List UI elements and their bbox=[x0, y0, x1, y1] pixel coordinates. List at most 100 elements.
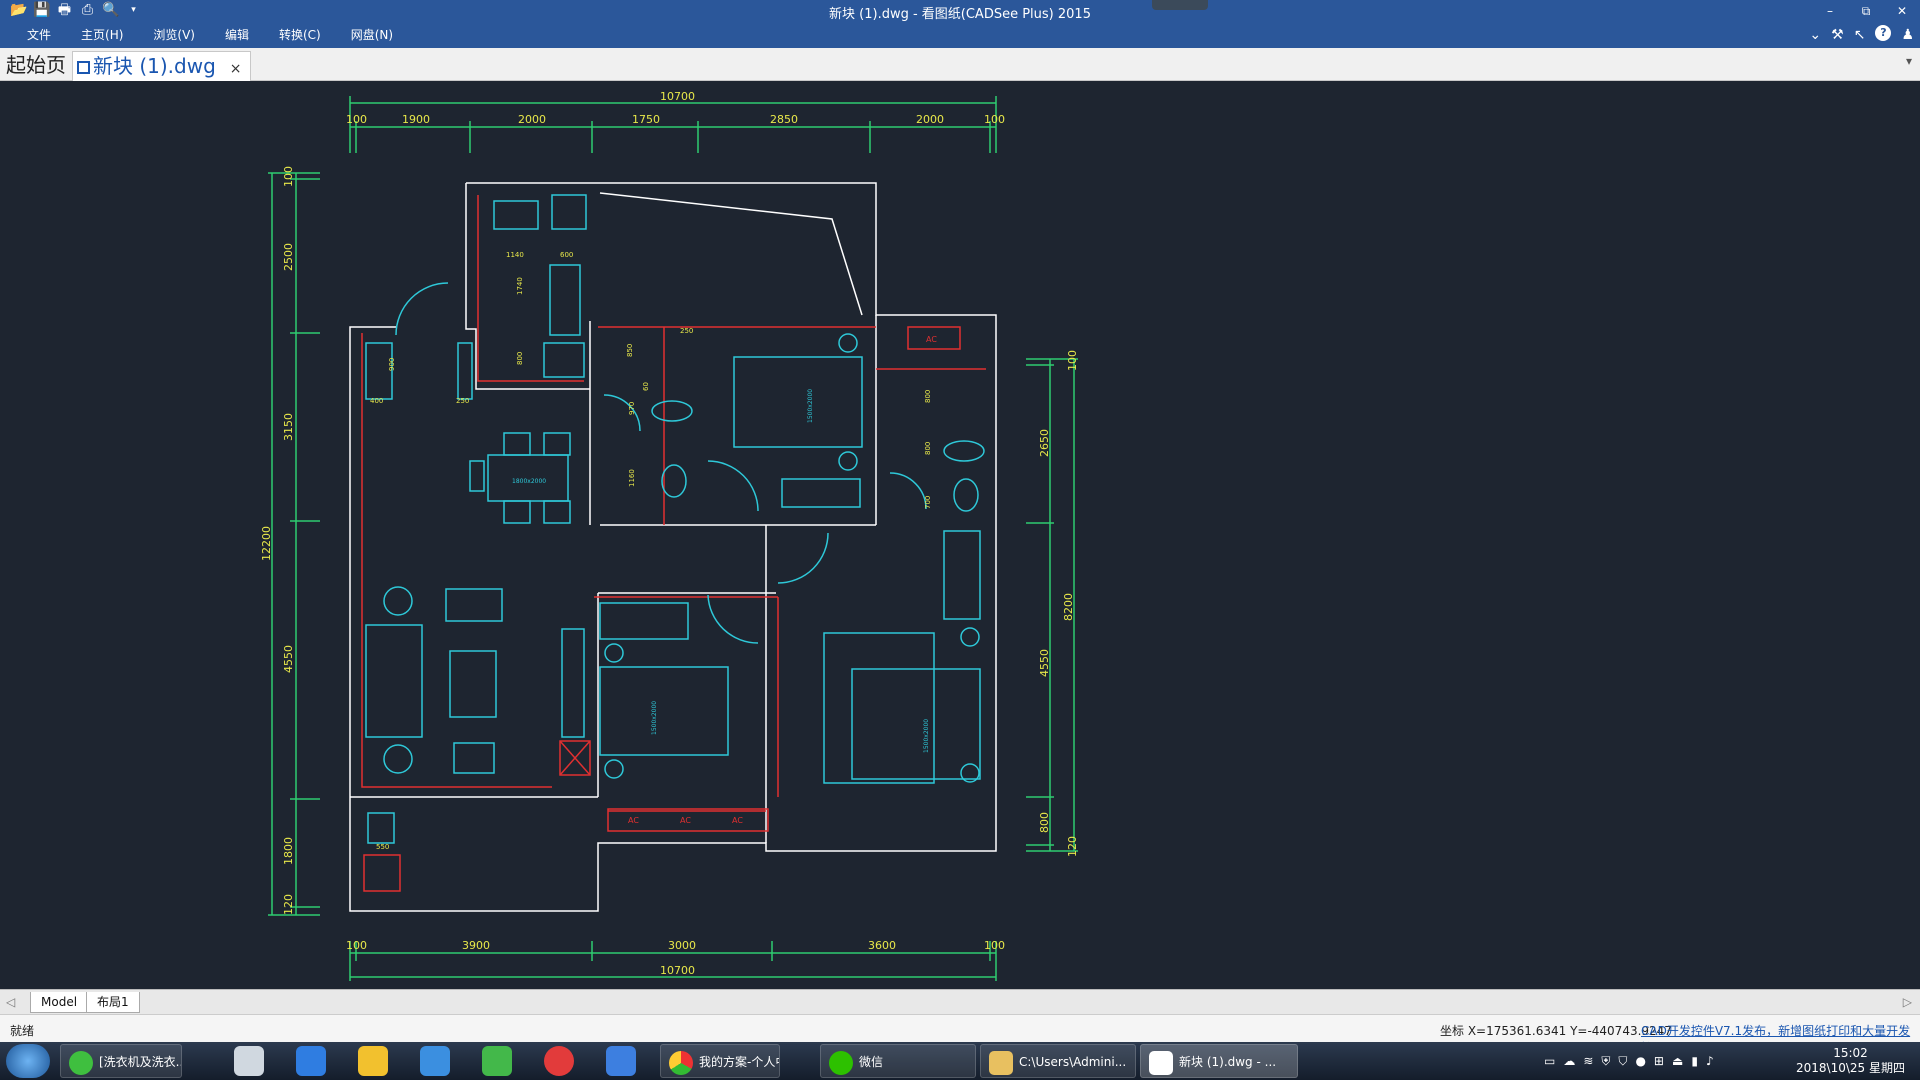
ac-label-3: AC bbox=[680, 816, 691, 825]
dim-bottom-total: 10700 bbox=[660, 964, 695, 977]
taskbar-chrome-label: 我的方案-个人中... bbox=[699, 1055, 779, 1069]
dim-left-total: 12200 bbox=[260, 526, 273, 561]
menu-home[interactable]: 主页(H) bbox=[66, 22, 138, 48]
menu-netdisk[interactable]: 网盘(N) bbox=[336, 22, 408, 48]
defender-icon[interactable]: ⛉ bbox=[1618, 1054, 1627, 1069]
drawing-canvas[interactable]: 10700 100 1900 2000 1750 2850 2000 100 1… bbox=[0, 81, 1920, 989]
menu-browse[interactable]: 浏览(V) bbox=[138, 22, 210, 48]
label-dining: 1800x2000 bbox=[512, 478, 546, 485]
tools-icon[interactable]: ⚒ bbox=[1831, 25, 1844, 45]
dim-right-2: 2650 bbox=[1038, 429, 1051, 457]
dim-left-5: 1800 bbox=[282, 837, 295, 865]
label-1740: 1740 bbox=[516, 277, 524, 295]
restore-button[interactable]: ⧉ bbox=[1848, 0, 1884, 22]
document-tab-bar: 起始页 新块 (1).dwg × ▾ bbox=[0, 48, 1920, 81]
ac-label-1: AC bbox=[926, 335, 937, 344]
taskbar-cad-window[interactable]: 新块 (1).dwg - ... bbox=[1140, 1044, 1298, 1078]
dim-top-7: 100 bbox=[984, 113, 1005, 126]
tab-close-icon[interactable]: × bbox=[230, 61, 242, 77]
dim-right-5: 120 bbox=[1066, 836, 1079, 857]
label-800-b: 800 bbox=[924, 390, 932, 403]
label-900: 900 bbox=[388, 358, 396, 371]
window-title: 新块 (1).dwg - 看图纸(CADSee Plus) 2015 bbox=[829, 7, 1091, 22]
menu-bar: 文件 主页(H) 浏览(V) 编辑 转换(C) 网盘(N) ⌄ ⚒ ↖ ? ♟ bbox=[0, 22, 1920, 48]
baidu-netdisk-icon[interactable] bbox=[296, 1046, 326, 1076]
layout-next-icon[interactable]: ▷ bbox=[1903, 995, 1912, 1009]
evernote-icon[interactable] bbox=[482, 1046, 512, 1076]
cloud-icon[interactable]: ☁ bbox=[1563, 1054, 1575, 1069]
wifi-icon[interactable]: ≋ bbox=[1583, 1054, 1593, 1069]
signal-icon[interactable]: ▮ bbox=[1691, 1054, 1698, 1069]
help-icon[interactable]: ? bbox=[1875, 25, 1892, 41]
wechat-icon bbox=[829, 1050, 853, 1075]
label-60: 60 bbox=[642, 382, 650, 391]
shield-app-icon[interactable] bbox=[606, 1046, 636, 1076]
dim-top-5: 2850 bbox=[770, 113, 798, 126]
browser-icon bbox=[69, 1050, 93, 1075]
user-icon[interactable]: ♟ bbox=[1901, 25, 1914, 45]
system-tray: ▭ ☁ ≋ ⛨ ⛉ ● ⊞ ⏏ ▮ ♪ bbox=[1544, 1054, 1714, 1069]
clock-time: 15:02 bbox=[1833, 1046, 1868, 1060]
dim-left-3: 3150 bbox=[282, 413, 295, 441]
dim-top-4: 1750 bbox=[632, 113, 660, 126]
windows-taskbar: [洗衣机及洗衣... 我的方案-个人中... 微信 C:\Users\Admin… bbox=[0, 1042, 1920, 1080]
label-550: 550 bbox=[376, 843, 389, 851]
feishu-icon[interactable] bbox=[420, 1046, 450, 1076]
top-dimension-lines bbox=[349, 96, 997, 153]
label-bed-2: 1500x2000 bbox=[651, 701, 658, 735]
dim-right-3: 4550 bbox=[1038, 649, 1051, 677]
minimize-button[interactable]: – bbox=[1812, 0, 1848, 22]
tab-dwg-file[interactable]: 新块 (1).dwg × bbox=[72, 51, 251, 81]
dwg-file-icon bbox=[77, 61, 90, 74]
taskbar-explorer-window[interactable]: C:\Users\Admini... bbox=[980, 1044, 1136, 1078]
label-250-b: 250 bbox=[680, 327, 693, 335]
taskbar-wechat-window[interactable]: 微信 bbox=[820, 1044, 976, 1078]
layout-tab-bar: ◁ Model 布局1 ▷ bbox=[0, 989, 1920, 1015]
taskbar-explorer-label: C:\Users\Admini... bbox=[1019, 1055, 1127, 1069]
dim-right-4: 800 bbox=[1038, 812, 1051, 833]
taskbar-chrome-window[interactable]: 我的方案-个人中... bbox=[660, 1044, 780, 1078]
dim-bottom-4: 3600 bbox=[868, 939, 896, 952]
floor-plan-drawing: 10700 100 1900 2000 1750 2850 2000 100 1… bbox=[260, 90, 1079, 981]
label-600: 600 bbox=[560, 251, 573, 259]
netease-music-icon[interactable] bbox=[544, 1046, 574, 1076]
menu-convert[interactable]: 转换(C) bbox=[264, 22, 336, 48]
taskbar-clock[interactable]: 15:02 2018\10\25 星期四 bbox=[1796, 1046, 1905, 1076]
ac-label-4: AC bbox=[732, 816, 743, 825]
layout-tab-model[interactable]: Model bbox=[30, 992, 89, 1013]
network-icon[interactable]: ⊞ bbox=[1654, 1054, 1664, 1069]
exterior-walls bbox=[349, 182, 997, 912]
dim-left-6: 120 bbox=[282, 894, 295, 915]
shield-icon[interactable]: ⛨ bbox=[1601, 1054, 1610, 1069]
ribbon-expand-icon[interactable]: ⌄ bbox=[1809, 25, 1821, 45]
taskbar-wechat-label: 微信 bbox=[859, 1055, 884, 1069]
label-800: 800 bbox=[516, 352, 524, 365]
taskbar-cad-label: 新块 (1).dwg - ... bbox=[1179, 1055, 1277, 1069]
interior-red-lines bbox=[361, 195, 986, 892]
menu-file[interactable]: 文件 bbox=[12, 22, 66, 48]
layout-tab-layout1[interactable]: 布局1 bbox=[86, 992, 140, 1013]
volume-icon[interactable]: ♪ bbox=[1706, 1054, 1714, 1069]
notepad-icon[interactable] bbox=[358, 1046, 388, 1076]
dim-top-3: 2000 bbox=[518, 113, 546, 126]
tab-list-dropdown-icon[interactable]: ▾ bbox=[1906, 54, 1912, 68]
label-800-c: 800 bbox=[924, 442, 932, 455]
dim-top-1: 100 bbox=[346, 113, 367, 126]
taskbar-browser-label: [洗衣机及洗衣... bbox=[99, 1055, 182, 1069]
wechat-tray-icon[interactable]: ● bbox=[1635, 1054, 1645, 1069]
menu-edit[interactable]: 编辑 bbox=[210, 22, 264, 48]
layout-prev-icon[interactable]: ◁ bbox=[6, 995, 15, 1009]
start-button[interactable] bbox=[6, 1044, 50, 1078]
cursor-icon[interactable]: ↖ bbox=[1854, 25, 1866, 45]
usb-icon[interactable]: ⏏ bbox=[1672, 1054, 1683, 1069]
dim-top-total: 10700 bbox=[660, 90, 695, 103]
cursor-coordinates: 坐标 X=175361.6341 Y=-440743.9247 bbox=[1440, 1024, 1672, 1038]
close-button[interactable]: ✕ bbox=[1884, 0, 1920, 22]
chrome-icon bbox=[669, 1050, 693, 1075]
ac-label-2: AC bbox=[628, 816, 639, 825]
tab-start-page[interactable]: 起始页 bbox=[6, 51, 66, 80]
keyboard-icon[interactable]: ▭ bbox=[1544, 1054, 1555, 1069]
taskbar-browser-window[interactable]: [洗衣机及洗衣... bbox=[60, 1044, 182, 1078]
dim-top-6: 2000 bbox=[916, 113, 944, 126]
calculator-icon[interactable] bbox=[234, 1046, 264, 1076]
